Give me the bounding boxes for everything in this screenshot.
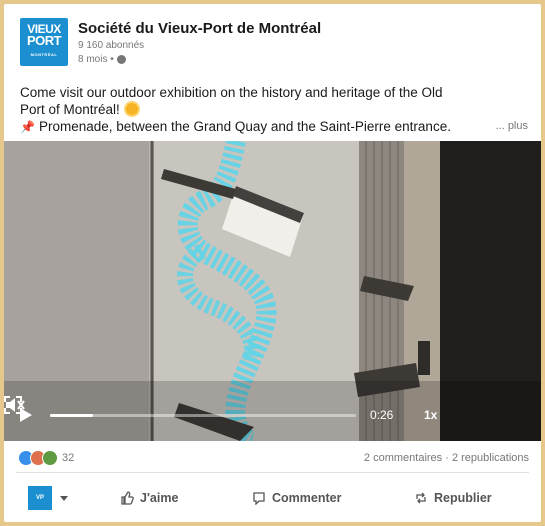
logo-line3: MONTRÉAL xyxy=(30,52,58,57)
comment-repost-stats[interactable]: 2 commentaires · 2 republications xyxy=(364,452,529,464)
post-card: VIEUX PORT MONTRÉAL Société du Vieux-Por… xyxy=(4,4,541,522)
reaction-summary[interactable]: 32 xyxy=(18,450,74,466)
logo-line2: PORT xyxy=(26,33,62,48)
repost-icon xyxy=(416,492,426,504)
comment-icon xyxy=(253,492,265,505)
post-header: VIEUX PORT MONTRÉAL Société du Vieux-Por… xyxy=(20,16,520,72)
video-time: 0:26 xyxy=(370,408,394,422)
divider xyxy=(16,472,529,473)
video-controls: 0:26 1x xyxy=(4,396,541,432)
like-button[interactable]: J'aime xyxy=(120,491,178,505)
see-more-link[interactable]: ... plus xyxy=(496,118,528,135)
progress-track[interactable] xyxy=(50,414,356,417)
video-player[interactable]: 0:26 1x xyxy=(4,141,541,441)
repost-label: Republier xyxy=(434,491,492,505)
chevron-down-icon[interactable] xyxy=(60,496,68,501)
globe-icon xyxy=(116,55,126,64)
like-label: J'aime xyxy=(140,491,179,505)
comment-label: Commenter xyxy=(272,491,342,505)
fullscreen-icon[interactable] xyxy=(4,396,22,414)
progress-fill xyxy=(50,414,93,417)
reaction-count: 32 xyxy=(62,452,75,464)
sun-emoji-icon xyxy=(125,103,138,115)
repost-button[interactable]: Republier xyxy=(414,491,492,505)
action-bar: VP J'aime Commenter Republier xyxy=(4,482,541,518)
post-line-3-wrap: 📌 Promenade, between the Grand Quay and t… xyxy=(20,118,530,136)
speed-button[interactable]: 1x xyxy=(424,408,437,422)
post-meta: 8 mois • xyxy=(78,54,126,65)
post-line-3: Promenade, between the Grand Quay and th… xyxy=(38,119,451,134)
follower-count: 9 160 abonnés xyxy=(78,40,145,51)
post-text: Come visit our outdoor exhibition on the… xyxy=(20,84,530,136)
post-line-1: Come visit our outdoor exhibition on the… xyxy=(20,85,443,100)
post-as-avatar[interactable]: VP xyxy=(28,486,52,510)
comment-button[interactable]: Commenter xyxy=(252,491,341,505)
org-logo[interactable]: VIEUX PORT MONTRÉAL xyxy=(20,18,68,66)
org-name[interactable]: Société du Vieux-Port de Montréal xyxy=(78,20,321,37)
pin-emoji-icon: 📌 xyxy=(20,120,35,134)
post-line-2: Port of Montréal! xyxy=(20,102,120,117)
like-icon xyxy=(121,491,134,505)
post-line-2-wrap: Port of Montréal! xyxy=(20,101,530,118)
post-time: 8 mois • xyxy=(78,54,114,65)
support-reaction-icon xyxy=(42,450,58,466)
